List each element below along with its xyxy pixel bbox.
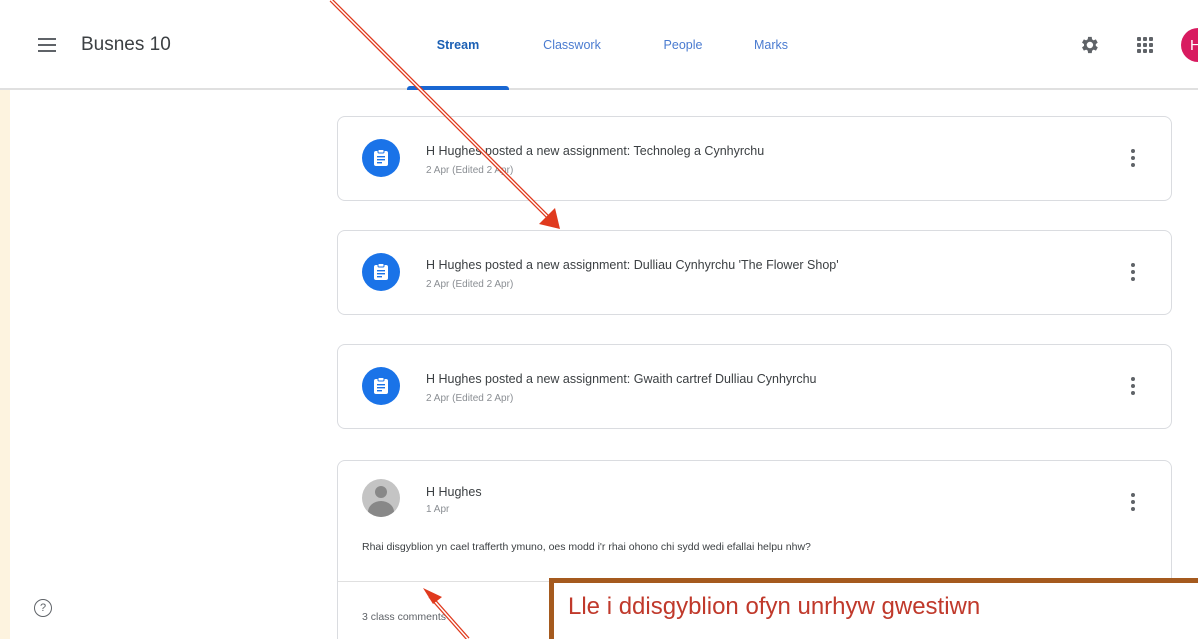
assignment-icon — [362, 367, 400, 405]
assignment-post[interactable]: H Hughes posted a new assignment: Dullia… — [337, 230, 1172, 315]
more-vert-icon[interactable] — [1131, 493, 1135, 511]
announcement-message: Rhai disgyblion yn cael trafferth ymuno,… — [362, 541, 811, 553]
more-vert-icon[interactable] — [1131, 149, 1135, 167]
post-title[interactable]: H Hughes posted a new assignment: Techno… — [426, 144, 764, 158]
assignment-post[interactable]: H Hughes posted a new assignment: Gwaith… — [337, 344, 1172, 429]
post-date: 2 Apr (Edited 2 Apr) — [426, 393, 514, 404]
assignment-post[interactable]: H Hughes posted a new assignment: Techno… — [337, 116, 1172, 201]
apps-grid-icon[interactable] — [1137, 37, 1153, 53]
tab-bar: Stream Classwork People Marks — [407, 0, 811, 90]
top-bar: Busnes 10 Stream Classwork People Marks … — [0, 0, 1198, 90]
post-date: 2 Apr (Edited 2 Apr) — [426, 165, 514, 176]
user-avatar — [362, 479, 400, 517]
announcement-author: H Hughes — [426, 485, 482, 499]
post-title[interactable]: H Hughes posted a new assignment: Dullia… — [426, 258, 839, 272]
tab-classwork[interactable]: Classwork — [509, 0, 635, 90]
post-date: 2 Apr (Edited 2 Apr) — [426, 279, 514, 290]
tab-marks[interactable]: Marks — [731, 0, 811, 90]
assignment-icon — [362, 253, 400, 291]
more-vert-icon[interactable] — [1131, 263, 1135, 281]
callout-text: Lle i ddisgyblion ofyn unrhyw gwestiwn — [554, 583, 1198, 639]
account-avatar[interactable]: H — [1181, 28, 1198, 62]
class-comments-link[interactable]: 3 class comments — [362, 611, 446, 623]
help-icon[interactable]: ? — [34, 599, 52, 617]
tab-people[interactable]: People — [635, 0, 731, 90]
post-title[interactable]: H Hughes posted a new assignment: Gwaith… — [426, 372, 816, 386]
menu-icon[interactable] — [38, 38, 56, 52]
announcement-date: 1 Apr — [426, 504, 450, 515]
tab-stream[interactable]: Stream — [407, 0, 509, 90]
gear-icon[interactable] — [1078, 34, 1100, 56]
annotation-callout: Lle i ddisgyblion ofyn unrhyw gwestiwn — [549, 578, 1198, 639]
assignment-icon — [362, 139, 400, 177]
class-title[interactable]: Busnes 10 — [81, 34, 171, 56]
slide-border — [0, 0, 10, 639]
more-vert-icon[interactable] — [1131, 377, 1135, 395]
